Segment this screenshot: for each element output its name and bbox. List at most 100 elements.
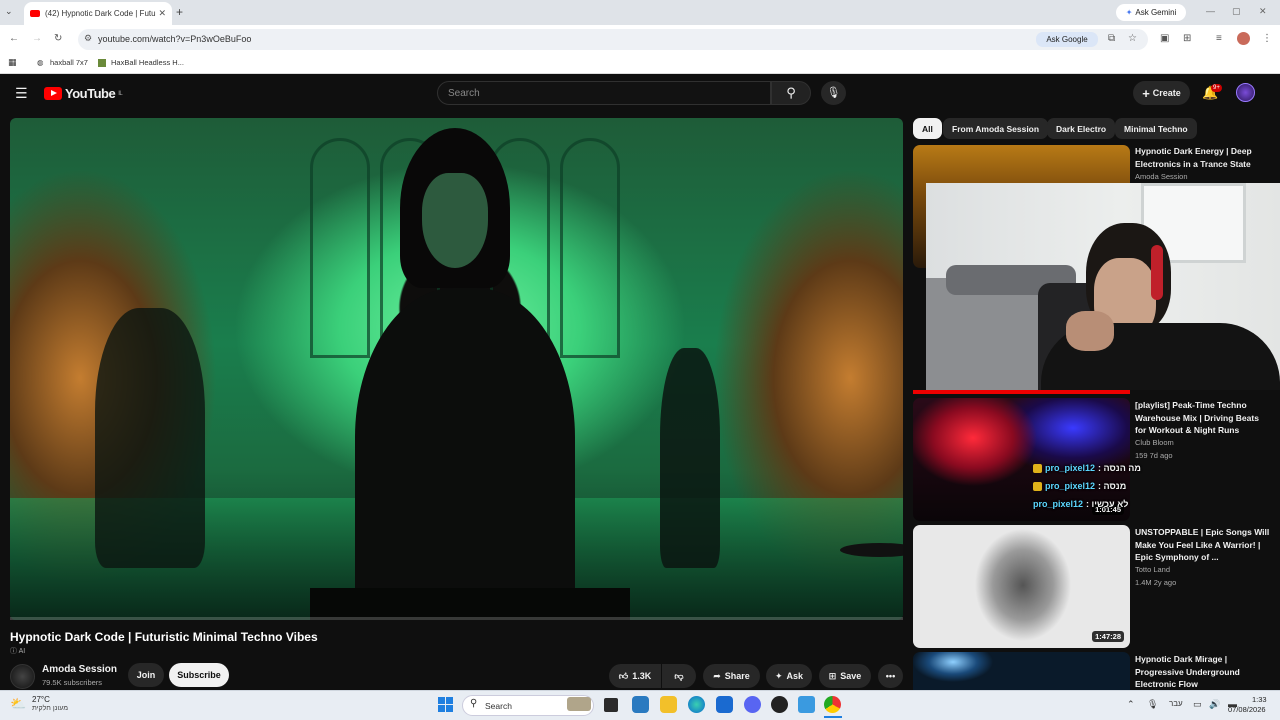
ask-button[interactable]: ✦ Ask [766, 664, 812, 688]
clock-time[interactable]: 1:33 [1252, 695, 1267, 704]
youtube-play-icon [44, 87, 62, 100]
store-icon[interactable] [716, 696, 733, 713]
weather-temp[interactable]: 27°C [32, 695, 50, 704]
active-app-indicator [824, 716, 842, 718]
back-arrow-icon[interactable]: ← [9, 33, 19, 44]
microphone-icon: 🎙 [826, 87, 841, 99]
chat-message: pro_pixel12 מה הנסה : [1033, 459, 1148, 477]
volume-icon[interactable]: 🔊 [1209, 699, 1220, 710]
discord-icon[interactable] [744, 696, 761, 713]
hamburger-menu-icon[interactable]: ☰ [15, 85, 28, 102]
task-view-icon[interactable] [604, 698, 618, 712]
chip-minimal-techno[interactable]: Minimal Techno [1115, 118, 1197, 139]
forward-arrow-icon[interactable]: → [32, 33, 42, 44]
recommendation-title[interactable]: Hypnotic Dark Energy | Deep Electronics … [1135, 145, 1270, 170]
app-icon[interactable] [798, 696, 815, 713]
maximize-icon[interactable]: ▢ [1232, 6, 1241, 17]
close-tab-icon[interactable]: ✕ [158, 8, 166, 19]
like-count: 1.3K [632, 671, 652, 681]
site-info-icon[interactable]: ⚙ [84, 33, 92, 44]
youtube-favicon-icon [30, 10, 40, 17]
minimize-icon[interactable]: — [1206, 6, 1215, 16]
recommendation-channel[interactable]: Club Bloom [1135, 438, 1174, 447]
extension-icon[interactable]: ▣ [1160, 33, 1169, 44]
recommendation-thumbnail[interactable]: 1:47:28 [913, 525, 1130, 648]
join-button[interactable]: Join [128, 663, 164, 687]
bookmark-haxball-7x7[interactable]: haxball 7x7 [50, 58, 88, 67]
tab-search-chevron-icon[interactable]: ⌄ [5, 6, 13, 17]
ask-label: Ask [786, 671, 804, 681]
tab-strip [0, 0, 1280, 25]
voice-search-button[interactable]: 🎙 [821, 81, 846, 105]
network-icon[interactable]: ▭ [1193, 699, 1202, 710]
file-explorer-icon[interactable] [660, 696, 677, 713]
chat-text: לא עכשיו : [1086, 499, 1129, 509]
edge-browser-icon[interactable] [688, 696, 705, 713]
kebab-menu-icon[interactable]: ⋮ [1262, 33, 1272, 44]
like-button[interactable]: 👍︎ 1.3K [609, 664, 661, 688]
address-bar[interactable]: youtube.com/watch?v=Pn3wOeBuFoo [78, 29, 1148, 50]
recommendation-title[interactable]: UNSTOPPABLE | Epic Songs Will Make You F… [1135, 526, 1270, 564]
subscribe-button[interactable]: Subscribe [169, 663, 229, 687]
recommendation-channel[interactable]: Amoda Session [1135, 172, 1188, 181]
active-tab[interactable]: (42) Hypnotic Dark Code | Futu ✕ [24, 2, 172, 25]
recommendation-channel[interactable]: Totto Land [1135, 565, 1170, 574]
weather-desc[interactable]: מעונן חלקית [32, 705, 68, 712]
ask-google-button[interactable]: Ask Google [1036, 32, 1098, 47]
save-button[interactable]: ⊞ Save [819, 664, 871, 688]
region-code: IL [118, 90, 123, 97]
create-button[interactable]: + Create [1133, 81, 1190, 105]
account-avatar[interactable] [1236, 83, 1255, 102]
channel-avatar[interactable] [10, 664, 35, 689]
bookmark-haxball-headless[interactable]: HaxBall Headless H... [111, 58, 184, 67]
search-input[interactable]: Search [437, 81, 771, 105]
webcam-headset [1151, 245, 1163, 300]
chip-all[interactable]: All [913, 118, 942, 139]
close-window-icon[interactable]: ✕ [1259, 6, 1267, 17]
video-player[interactable] [10, 118, 903, 620]
keyboard-language[interactable]: עבר [1169, 699, 1183, 708]
more-dots-icon: ••• [885, 671, 896, 681]
chat-user: pro_pixel12 [1033, 499, 1084, 509]
tray-mic-icon[interactable]: 🎙 [1147, 699, 1158, 710]
chip-from-amoda-session[interactable]: From Amoda Session [943, 118, 1049, 139]
dislike-button[interactable]: 👎︎ [662, 664, 696, 688]
new-tab-button[interactable]: + [176, 5, 183, 19]
weather-partly-cloudy-icon[interactable]: ⛅ [10, 696, 26, 712]
taskbar-search-icon: ⚲ [470, 698, 478, 709]
apps-grid-icon[interactable]: ▦ [8, 57, 17, 68]
chat-badge-icon [1033, 463, 1042, 473]
share-button[interactable]: ➦ Share [703, 664, 760, 688]
recommendation-title[interactable]: Hypnotic Dark Mirage | Progressive Under… [1135, 653, 1270, 691]
reload-icon[interactable]: ↻ [54, 33, 62, 44]
obs-icon[interactable] [771, 696, 788, 713]
dancer-silhouette [95, 308, 205, 568]
search-button[interactable]: ⚲ [771, 81, 811, 105]
profile-avatar[interactable] [1237, 32, 1250, 45]
media-controls-icon[interactable]: ≡ [1216, 33, 1222, 44]
channel-name[interactable]: Amoda Session [42, 664, 117, 675]
dancer-silhouette [660, 348, 720, 568]
chip-dark-electro[interactable]: Dark Electro [1047, 118, 1116, 139]
share-label: Share [724, 671, 750, 681]
cast-icon[interactable]: ⧉ [1108, 33, 1115, 44]
chat-user: pro_pixel12 [1045, 463, 1096, 473]
windows-start-icon[interactable] [438, 697, 453, 712]
clock-date[interactable]: 07/08/2026 [1228, 705, 1266, 714]
recommendation-title[interactable]: [playlist] Peak-Time Techno Warehouse Mi… [1135, 399, 1270, 437]
chat-user: pro_pixel12 [1045, 481, 1096, 491]
tray-chevron-icon[interactable]: ⌃ [1127, 699, 1135, 710]
recommendation-thumbnail[interactable] [913, 652, 1130, 690]
ask-gemini-button[interactable]: ✦ Ask Gemini [1116, 4, 1186, 21]
bookmark-star-icon[interactable]: ☆ [1128, 33, 1137, 44]
gemini-spark-icon: ✦ [1125, 8, 1133, 17]
youtube-logo[interactable]: YouTube IL [44, 86, 123, 101]
puzzle-icon[interactable]: ⊞ [1183, 33, 1191, 44]
youtube-wordmark: YouTube [65, 86, 116, 101]
chrome-icon[interactable] [824, 696, 841, 713]
widgets-icon[interactable] [632, 696, 649, 713]
more-actions-button[interactable]: ••• [878, 664, 903, 688]
plus-icon: + [1142, 85, 1150, 101]
ai-content-label: ⓘ AI [10, 646, 25, 656]
video-progress-bar[interactable] [10, 617, 903, 620]
